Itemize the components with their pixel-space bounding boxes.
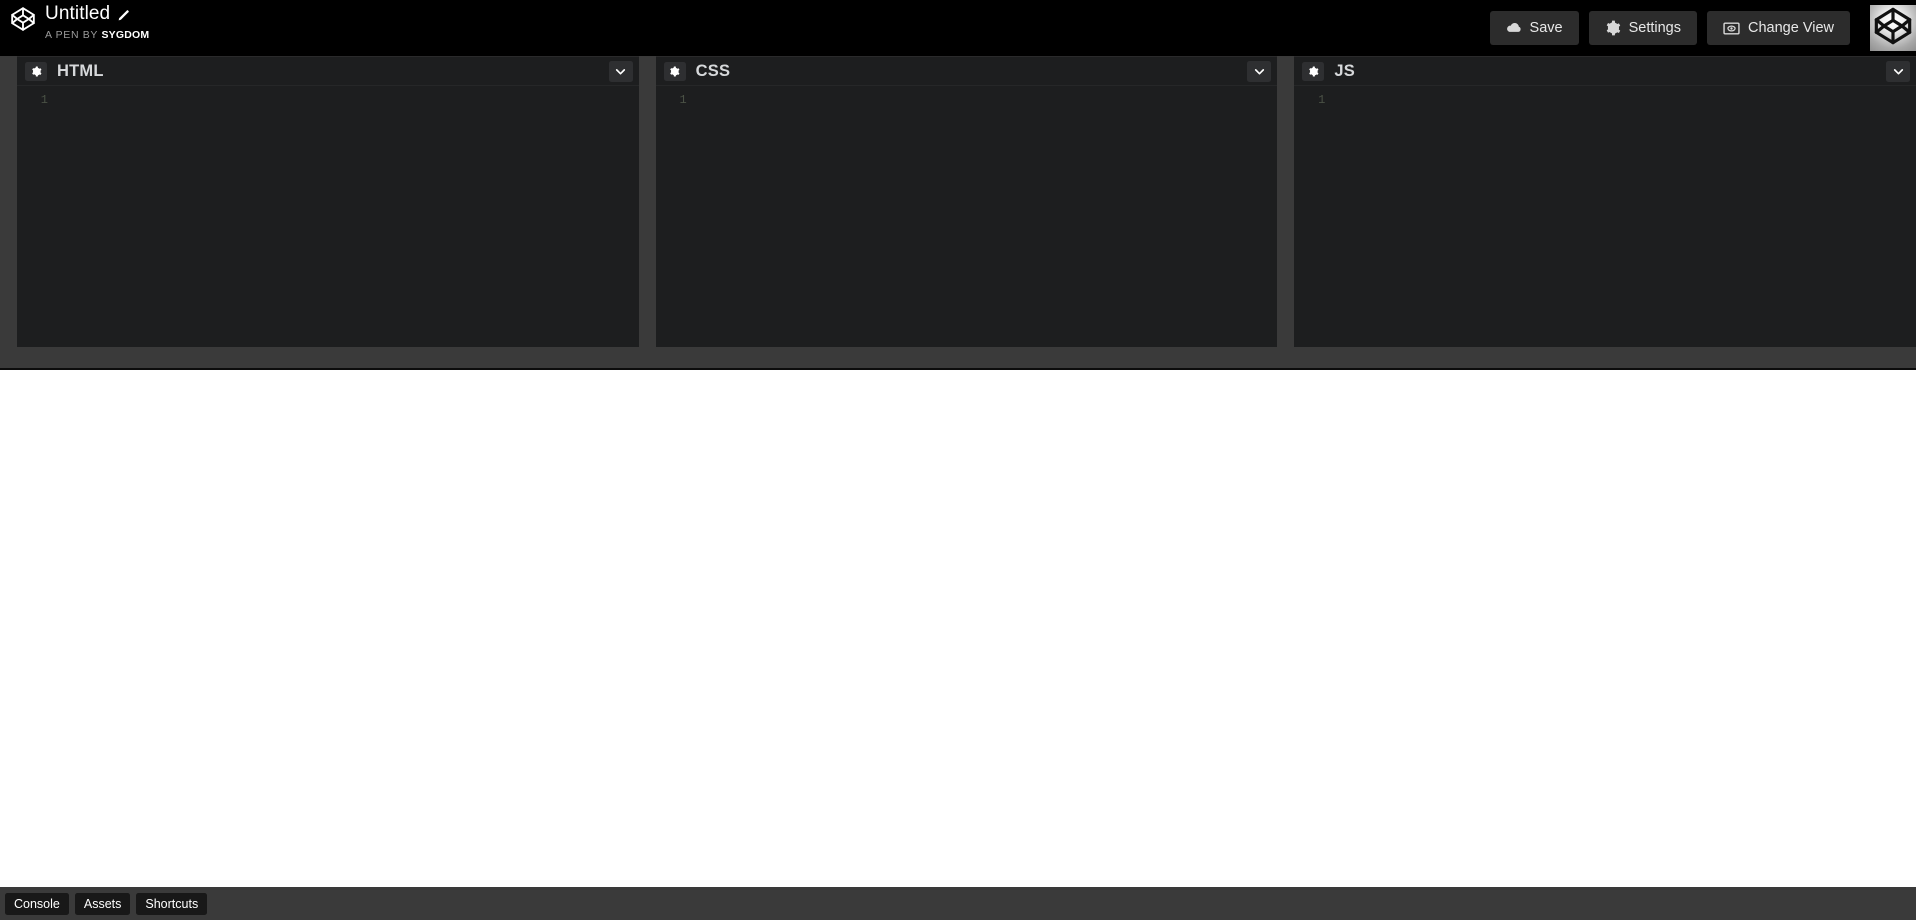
editors-row: HTML 1 CSS 1 JS 1 — [0, 56, 1916, 347]
settings-button[interactable]: Settings — [1588, 11, 1697, 45]
code-editor-js[interactable]: 1 — [1294, 86, 1916, 347]
page-title[interactable]: Untitled — [45, 3, 110, 25]
html-settings-gear-icon[interactable] — [25, 61, 47, 81]
line-numbers-css: 1 — [679, 93, 687, 107]
editor-label-js: JS — [1334, 61, 1355, 80]
byline-prefix: A PEN BY — [45, 29, 102, 41]
html-collapse-chevron-down-icon[interactable] — [608, 60, 633, 82]
title-block: Untitled A PEN BY Sygdom — [45, 3, 149, 42]
top-header-bar: Untitled A PEN BY Sygdom Save — [0, 0, 1916, 56]
console-button[interactable]: Console — [5, 892, 69, 915]
change-view-button[interactable]: Change View — [1707, 11, 1850, 45]
cloud-icon — [1506, 20, 1522, 36]
code-editor-html[interactable]: 1 — [17, 86, 639, 347]
codepen-logo-icon[interactable] — [10, 6, 36, 32]
gear-icon — [1605, 20, 1621, 36]
editor-label-html: HTML — [57, 61, 104, 80]
shortcuts-button[interactable]: Shortcuts — [136, 892, 208, 915]
avatar[interactable] — [1870, 5, 1916, 51]
byline: A PEN BY Sygdom — [45, 29, 149, 42]
editor-resize-handle-left[interactable] — [0, 56, 17, 347]
view-icon — [1723, 20, 1740, 37]
editor-label-css: CSS — [695, 61, 731, 80]
js-collapse-chevron-down-icon[interactable] — [1886, 60, 1911, 82]
editor-panel-css: CSS 1 — [655, 56, 1278, 347]
bottom-toolbar: Console Assets Shortcuts — [0, 887, 1916, 920]
line-numbers-html: 1 — [40, 93, 48, 107]
css-collapse-chevron-down-icon[interactable] — [1247, 60, 1272, 82]
preview-pane[interactable] — [0, 370, 1916, 920]
code-content-css[interactable] — [694, 86, 1278, 347]
preview-resize-handle[interactable] — [0, 347, 1916, 370]
pencil-icon[interactable] — [117, 9, 130, 22]
editor-panel-html: HTML 1 — [17, 56, 639, 347]
header-actions-group: Save Settings Change View — [1489, 0, 1916, 51]
settings-button-label: Settings — [1628, 20, 1681, 36]
editor-header-css: CSS — [655, 57, 1278, 86]
title-row: Untitled — [45, 3, 149, 25]
line-numbers-js: 1 — [1318, 93, 1326, 107]
editor-panel-js: JS 1 — [1294, 56, 1916, 347]
js-settings-gear-icon[interactable] — [1302, 61, 1325, 81]
editor-resize-handle-html-css[interactable] — [638, 56, 656, 347]
assets-button[interactable]: Assets — [74, 892, 131, 915]
css-settings-gear-icon[interactable] — [663, 61, 686, 81]
save-button-label: Save — [1529, 20, 1563, 36]
code-content-html[interactable] — [55, 86, 639, 347]
codepen-editor-app: Untitled A PEN BY Sygdom Save — [0, 0, 1916, 920]
editor-header-js: JS — [1294, 57, 1916, 86]
code-editor-css[interactable]: 1 — [655, 86, 1278, 347]
change-view-button-label: Change View — [1748, 20, 1834, 36]
editor-header-html: HTML — [17, 57, 639, 86]
editor-resize-handle-css-js[interactable] — [1277, 56, 1295, 347]
save-button[interactable]: Save — [1489, 11, 1579, 45]
byline-author[interactable]: Sygdom — [101, 29, 149, 41]
codepen-avatar-icon — [1873, 6, 1913, 51]
header-left-group: Untitled A PEN BY Sygdom — [0, 0, 149, 42]
code-content-js[interactable] — [1332, 86, 1916, 347]
